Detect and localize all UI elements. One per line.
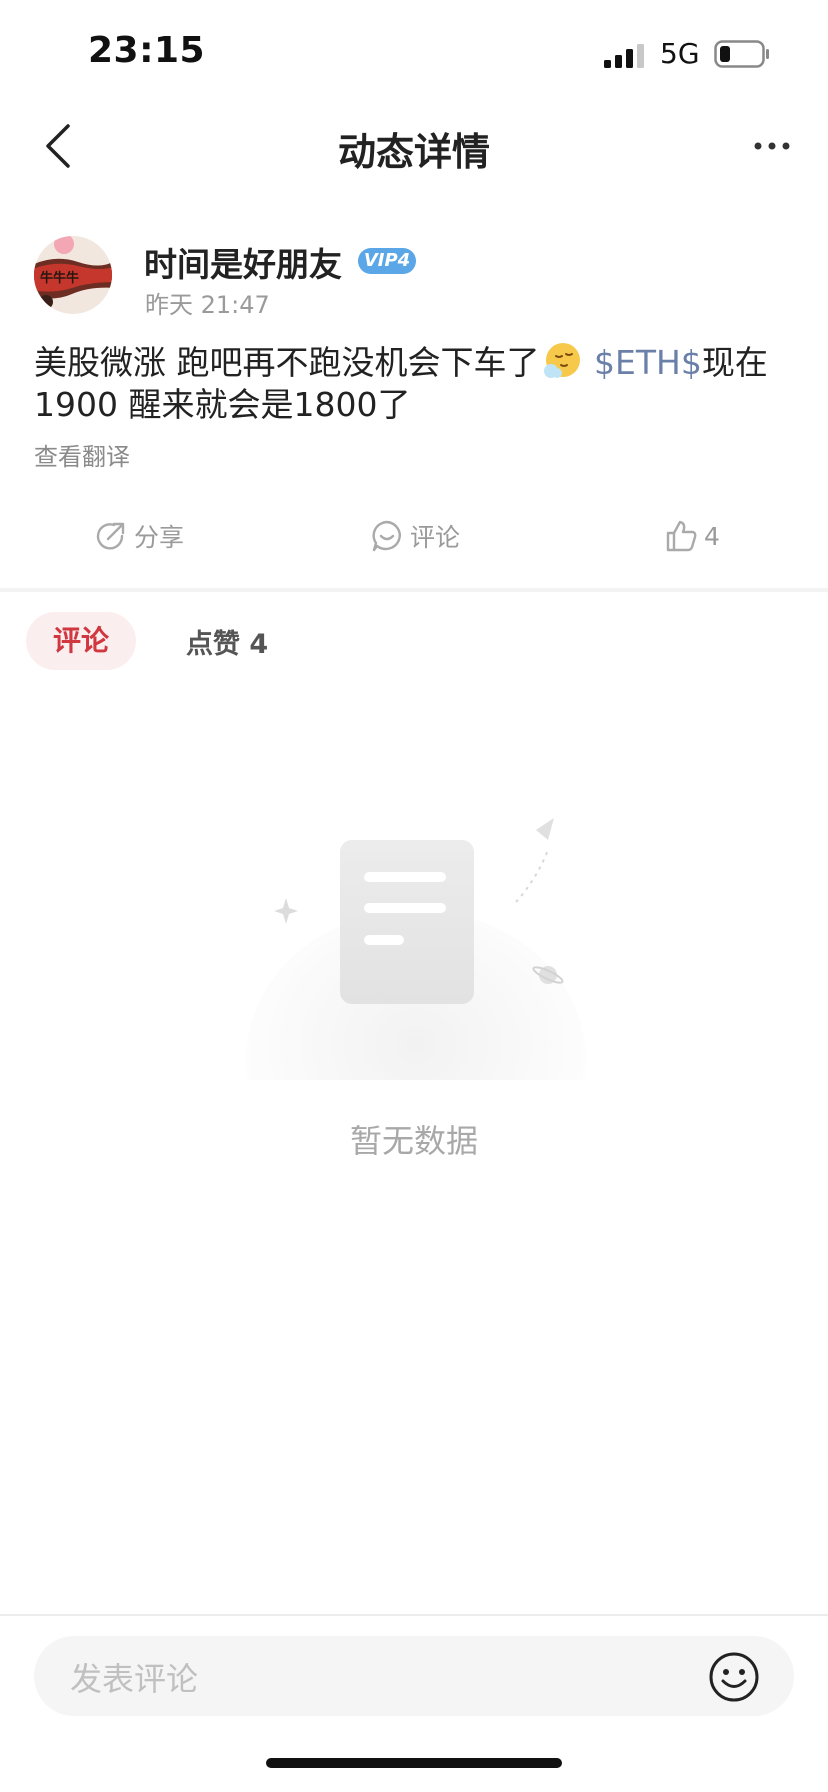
comment-button[interactable]: 评论 (370, 516, 460, 556)
comment-placeholder: 发表评论 (70, 1660, 199, 1698)
page-title: 动态详情 (337, 130, 490, 174)
avatar-image: 牛牛牛 (34, 236, 112, 314)
post-timestamp: 昨天 21:47 (145, 291, 270, 319)
share-label: 分享 (134, 523, 185, 552)
username[interactable]: 时间是好朋友 (144, 238, 342, 286)
signal-icon (604, 44, 644, 68)
sleepy-face-emoji (543, 343, 580, 378)
tab-comments[interactable]: 评论 (26, 612, 136, 670)
svg-text:牛牛牛: 牛牛牛 (40, 270, 79, 286)
post-content: 美股微涨 跑吧再不跑没机会下车了 $ETH$现在1900 醒来就会是1800了 (34, 340, 774, 426)
status-time: 23:15 (88, 30, 206, 71)
share-icon (96, 522, 125, 550)
bottom-divider (0, 1614, 828, 1616)
ticker-link-eth[interactable]: $ETH$ (594, 343, 702, 382)
network-label: 5G (660, 37, 700, 70)
document-illustration (236, 818, 596, 1100)
translate-link[interactable]: 查看翻译 (34, 437, 130, 472)
tab-likes[interactable]: 点赞 4 (186, 622, 268, 661)
vip-badge: VIP4 (358, 248, 416, 274)
comment-input[interactable]: 发表评论 (34, 1636, 794, 1716)
section-divider (0, 588, 828, 592)
share-button[interactable]: 分享 (94, 516, 184, 556)
thumbs-up-icon (666, 520, 697, 552)
more-horizontal-icon[interactable] (754, 140, 790, 152)
comment-label: 评论 (410, 523, 461, 552)
avatar[interactable]: 牛牛牛 (34, 236, 112, 314)
smiley-icon[interactable] (708, 1651, 760, 1703)
like-button[interactable]: 4 (664, 516, 720, 556)
battery-icon (714, 40, 769, 68)
like-count: 4 (704, 521, 720, 551)
empty-state-text: 暂无数据 (349, 1122, 478, 1160)
home-indicator (266, 1758, 562, 1768)
post-text-part1: 美股微涨 跑吧再不跑没机会下车了 (34, 343, 540, 382)
comment-bubble-icon (372, 520, 401, 552)
